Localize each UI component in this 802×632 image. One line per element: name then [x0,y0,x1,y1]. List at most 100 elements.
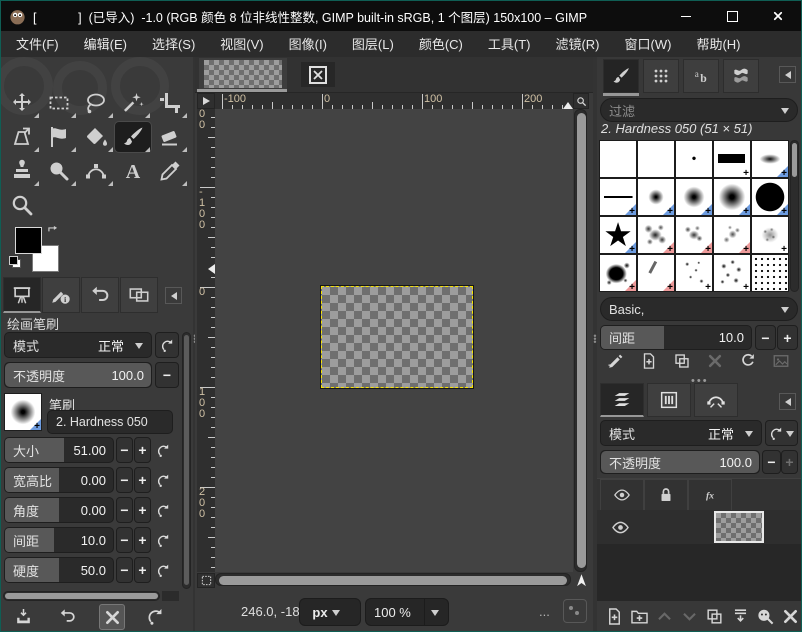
tool-options-vscrollbar[interactable] [182,332,191,589]
horizontal-ruler[interactable]: -1000100200 [215,93,573,110]
color-picker-tool[interactable] [152,156,188,186]
brush-select[interactable]: 2. Hardness 050 [47,410,173,434]
brush-cell-stroke[interactable]: + [637,254,675,292]
size-reset-button[interactable] [153,437,173,463]
hardness-reset-button[interactable] [153,557,173,583]
spacing-decrease-button[interactable]: − [755,325,776,350]
smudge-tool[interactable] [41,156,77,186]
duplicate-brush-button[interactable] [671,351,693,371]
menu-item-help[interactable]: 帮助(H) [686,32,750,57]
unit-select[interactable]: px [299,598,361,626]
eraser-tool[interactable] [152,122,188,152]
reset-mode-button[interactable] [155,332,179,358]
brush-cell-chalk2[interactable]: + [675,216,713,254]
brush-cell-soft1[interactable]: + [637,178,675,216]
raise-layer-button[interactable] [653,605,675,627]
new-layer-button[interactable] [603,605,625,627]
menu-item-layer[interactable]: 图层(L) [342,32,404,57]
maximize-button[interactable] [709,1,755,31]
brush-cell-star[interactable]: + [599,216,637,254]
new-layer-group-button[interactable] [628,605,650,627]
hscroll-thumb[interactable] [219,576,567,585]
hardness-decrease-button[interactable]: − [116,557,133,583]
layer-opacity-decrease-button[interactable]: − [762,450,781,474]
swap-colors-icon[interactable] [46,225,60,239]
spacing-increase-button[interactable]: + [134,527,151,553]
brush-cell-soft2[interactable]: + [675,178,713,216]
warp-transform-tool[interactable] [41,122,77,152]
brush-cell-bar[interactable]: + [713,140,751,178]
size-increase-button[interactable]: + [134,437,151,463]
move-tool[interactable] [4,88,40,118]
brush-cell-fuzz[interactable]: + [751,216,789,254]
tab-fonts[interactable]: ab [683,59,719,93]
paths-tool[interactable] [78,156,114,186]
brush-cell-dots1[interactable]: + [675,254,713,292]
zoom-follow-window-button[interactable] [573,93,589,109]
fuzzy-select-tool[interactable] [115,88,151,118]
dock-menu-button[interactable] [779,66,796,83]
crop-tool[interactable] [152,88,188,118]
canvas-menu-button[interactable] [197,93,215,109]
reset-layer-mode-button[interactable] [765,420,798,446]
aspect-ratio-slider[interactable]: 宽高比0.00 [4,467,114,493]
lower-layer-button[interactable] [679,605,701,627]
vscroll-thumb[interactable] [792,143,797,177]
tab-layers[interactable] [600,383,644,417]
zoom-select[interactable]: 100 % [365,598,449,626]
minimize-button[interactable] [663,1,709,31]
brush-cell-line[interactable]: + [599,178,637,216]
brush-grid-scrollbar[interactable] [790,140,799,292]
spacing-decrease-button[interactable]: − [116,527,133,553]
size-slider[interactable]: 大小51.00 [4,437,114,463]
navigation-preview-button[interactable] [572,571,590,589]
clone-tool[interactable] [4,156,40,186]
zoom-tool[interactable] [4,190,40,220]
merge-down-button[interactable] [729,605,751,627]
aspect-ratio-decrease-button[interactable]: − [116,467,133,493]
angle-slider[interactable]: 角度0.00 [4,497,114,523]
layer-row[interactable] [597,510,801,544]
image-tab-x-icon[interactable] [301,62,335,87]
brush-spacing-slider[interactable]: 间距 10.0 [600,325,752,350]
size-decrease-button[interactable]: − [116,437,133,463]
layer-thumbnail[interactable] [714,511,764,543]
free-select-tool[interactable] [78,88,114,118]
brush-cell-soft3[interactable]: + [713,178,751,216]
menu-item-colors[interactable]: 颜色(C) [409,32,473,57]
angle-increase-button[interactable]: + [134,497,151,523]
layer-opacity-slider[interactable]: 不透明度 100.0 [600,450,760,474]
tab-tool-options[interactable] [3,277,41,313]
menu-item-select[interactable]: 选择(S) [142,32,205,57]
brush-cell-dots3[interactable] [751,254,789,292]
quick-mask-toggle[interactable] [197,573,215,588]
menu-item-windows[interactable]: 窗口(W) [615,32,682,57]
edit-brush-button[interactable] [605,351,627,371]
tab-paths[interactable] [694,383,738,417]
brush-cell-blank[interactable] [599,140,637,178]
tab-brushes[interactable] [603,59,639,93]
effects-column[interactable]: fx [688,479,732,511]
canvas-vscrollbar[interactable] [574,109,587,572]
foreground-color-swatch[interactable] [15,227,42,254]
brush-thumbnail[interactable]: + [4,393,42,431]
menu-item-view[interactable]: 视图(V) [210,32,273,57]
lock-column[interactable] [644,479,688,511]
save-tool-preset-button[interactable] [11,604,35,628]
image-tab[interactable] [199,58,287,89]
tab-undo-history[interactable] [81,277,119,313]
brush-cell-splat[interactable]: + [599,254,637,292]
brush-cell-circle[interactable]: + [751,178,789,216]
tab-patterns[interactable] [643,59,679,93]
hardness-slider[interactable]: 硬度50.0 [4,557,114,583]
vertical-ruler[interactable]: -200-1000100200 [197,109,216,572]
delete-brush-button[interactable] [704,351,726,371]
paint-mode-select[interactable]: 模式 正常 [4,332,152,358]
menu-item-filters[interactable]: 滤镜(R) [545,32,609,57]
canvas-viewport[interactable] [215,109,573,572]
dock-menu-button[interactable] [779,393,796,410]
brush-filter-input[interactable]: 过滤 [600,98,798,122]
spacing-increase-button[interactable]: + [777,325,798,350]
menu-item-file[interactable]: 文件(F) [6,32,69,57]
aspect-ratio-reset-button[interactable] [153,467,173,493]
